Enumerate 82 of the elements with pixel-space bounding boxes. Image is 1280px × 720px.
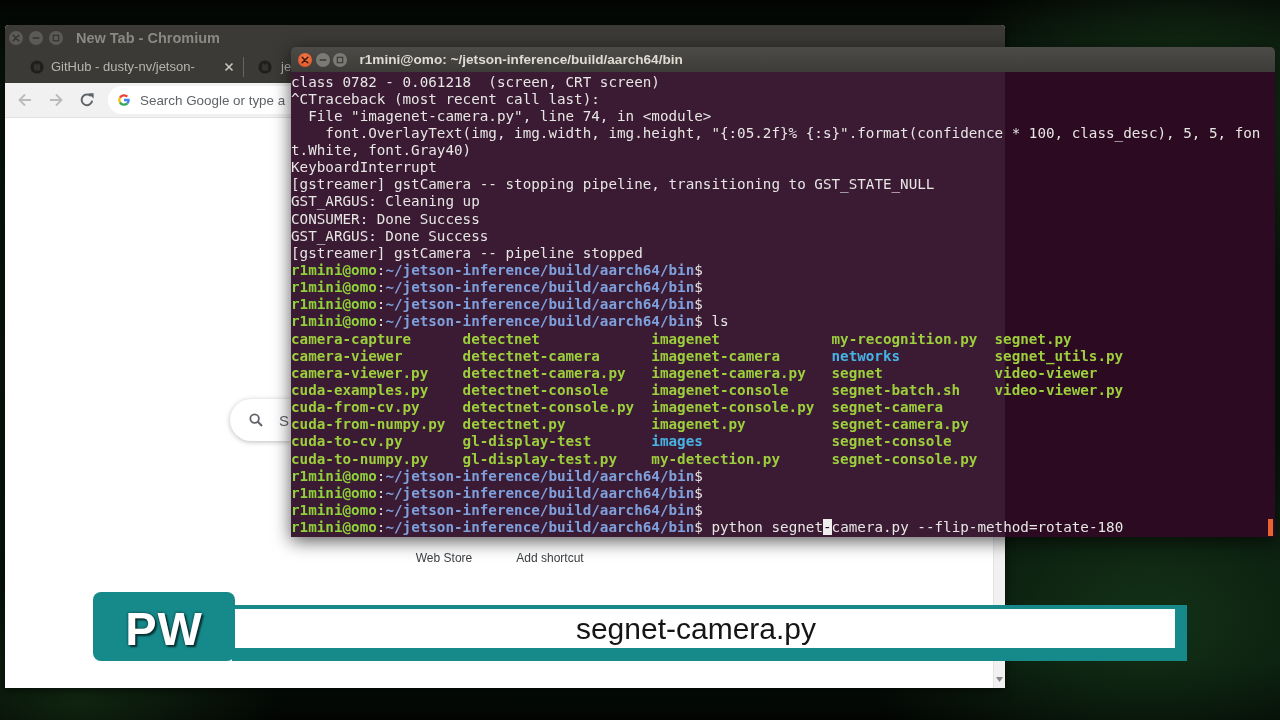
terminal-line: font.OverlayText(img, img.width, img.height, "{:05.2f}% {:s}".format(confidence * 100, class_desc), 5, 5, fon (324, 124, 1262, 143)
file-name: cuda-to-cv.py (291, 433, 403, 451)
file-name: video-viewer (994, 364, 1098, 383)
file-name: imagenet-camera (651, 347, 780, 365)
window-title: r1mini@omo: ~/jetson-inference/build/aarch64/bin (359, 52, 683, 67)
prompt-line: r1mini@omo:~/jetson-inference/build/aarch64/bin$ (291, 484, 704, 502)
prompt-line: r1mini@omo:~/jetson-inference/build/aarch64/bin$ (291, 467, 704, 485)
maximize-button[interactable] (49, 30, 63, 45)
file-name: detectnet-camera (462, 347, 600, 365)
prompt-line: r1mini@omo:~/jetson-inference/build/aarch64/bin$ python segnet-camera.py --flip-method=rotate-180 (291, 519, 1125, 537)
file-name: my-detection.py (651, 450, 780, 468)
file-name: cuda-from-numpy.py (291, 416, 446, 434)
directory-name: images (651, 433, 703, 451)
reload-icon[interactable] (79, 92, 95, 108)
terminal-line: File "imagenet-camera.py", line 74, in <module> (307, 107, 713, 125)
prompt-line: r1mini@omo:~/jetson-inference/build/aarch64/bin$ (291, 296, 704, 314)
search-field[interactable]: S (230, 399, 291, 441)
down-arrow-icon[interactable] (996, 677, 1003, 682)
file-name: segnet-batch.sh (831, 382, 961, 400)
file-name: cuda-examples.py (291, 382, 429, 400)
file-name: detectnet-camera.py (462, 364, 626, 383)
file-name: detectnet.py (462, 416, 566, 434)
address-bar[interactable]: Search Google or type a (108, 86, 291, 114)
file-name: segnet_utils.py (994, 347, 1124, 365)
caption-text: segnet-camera.py (235, 609, 1175, 648)
terminal-line: KeyboardInterrupt (291, 159, 438, 177)
terminal-line: [gstreamer] gstCamera -- stopping pipeline, transitioning to GST_STATE_NULL (291, 176, 936, 194)
file-name: gl-display-test.py (462, 450, 617, 468)
prompt-line: r1mini@omo:~/jetson-inference/build/aarch64/bin$ (291, 262, 704, 280)
terminal-line: GST_ARGUS: Done Success (291, 227, 490, 245)
close-icon[interactable] (224, 61, 234, 72)
maximize-button[interactable] (333, 52, 347, 67)
terminal-line: GST_ARGUS: Cleaning up (291, 193, 481, 211)
maximize-icon (336, 55, 344, 64)
file-name: segnet (831, 364, 883, 383)
minimize-button[interactable] (315, 52, 330, 67)
file-name: detectnet-console (462, 382, 609, 400)
file-name: segnet-console (831, 433, 952, 451)
file-name: imagenet-console.py (651, 399, 815, 417)
file-name: cuda-to-numpy.py (291, 450, 429, 468)
file-name: cuda-from-cv.py (291, 399, 420, 417)
terminal-line: t.White, font.Gray40) (291, 142, 473, 160)
shortcut-label[interactable]: Web Store (415, 551, 473, 565)
directory-name: networks (831, 347, 901, 365)
terminal-line: class 0782 - 0.061218 (screen, CRT screen) (291, 73, 661, 91)
terminal-line: ^CTraceback (most recent call last): (291, 90, 601, 108)
search-icon (249, 413, 263, 427)
close-icon (12, 33, 20, 42)
file-name: segnet-camera (831, 399, 943, 417)
file-name: my-recognition.py (831, 330, 978, 348)
terminal-line: [gstreamer] gstCamera -- pipeline stopped (291, 244, 644, 263)
file-name: gl-display-test (462, 433, 592, 451)
window-title: New Tab - Chromium (76, 29, 220, 46)
file-name: imagenet.py (651, 416, 746, 434)
maximize-icon (52, 33, 60, 42)
browser-tab[interactable]: je (244, 50, 292, 83)
browser-tab[interactable]: GitHub - dusty-nv/jetson- (25, 50, 243, 83)
terminal-line: CONSUMER: Done Success (291, 210, 481, 228)
shortcut-label[interactable]: Add shortcut (516, 551, 584, 565)
scroll-indicator (1268, 519, 1273, 536)
cat-logo-icon (258, 59, 272, 74)
file-name: segnet-console.py (831, 450, 978, 468)
file-name: detectnet (462, 330, 540, 348)
close-icon (301, 55, 309, 64)
close-button[interactable] (298, 52, 312, 67)
channel-logo: PW (93, 592, 235, 661)
file-name: camera-viewer (291, 347, 403, 365)
g-logo-icon (117, 93, 131, 107)
file-name: camera-capture (291, 330, 412, 348)
file-name: segnet-camera.py (831, 416, 969, 434)
prompt-line: r1mini@omo:~/jetson-inference/build/aarch64/bin$ ls (291, 313, 730, 331)
file-name: detectnet-console.py (462, 399, 635, 417)
minimize-button[interactable] (29, 30, 43, 45)
file-name: video-viewer.py (994, 382, 1124, 400)
cat-logo-icon (30, 59, 44, 74)
prompt-line: r1mini@omo:~/jetson-inference/build/aarch64/bin$ (291, 502, 704, 520)
file-name: segnet.py (994, 330, 1072, 348)
file-name: imagenet (651, 330, 720, 348)
file-name: camera-viewer.py (291, 364, 429, 383)
file-name: imagenet-camera.py (651, 364, 806, 383)
file-name: imagenet-console (651, 382, 789, 400)
prompt-line: r1mini@omo:~/jetson-inference/build/aarch64/bin$ (291, 279, 704, 297)
